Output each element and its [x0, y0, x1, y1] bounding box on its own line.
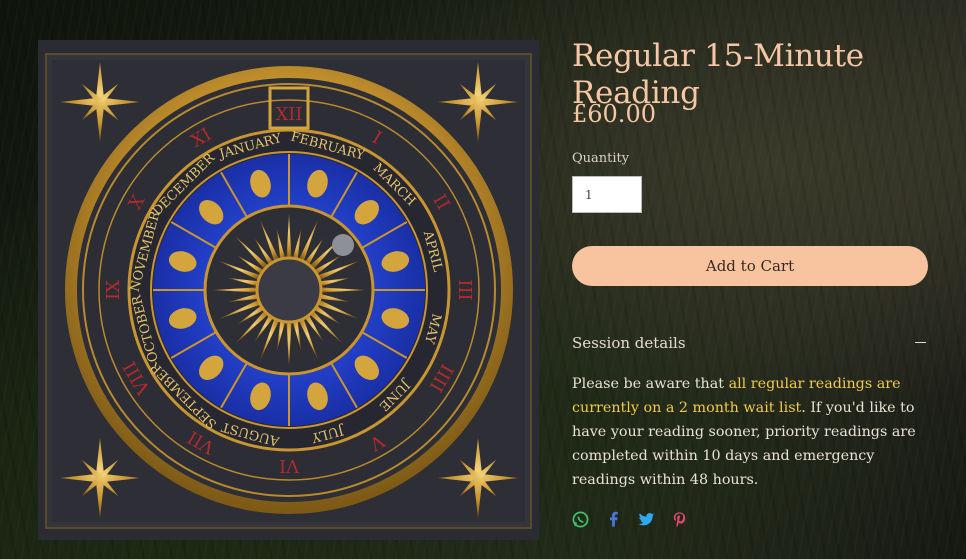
session-description: Please be aware that all regular reading…: [572, 372, 934, 492]
collapse-minus-icon[interactable]: [915, 342, 926, 343]
roman-numeral: XII: [275, 104, 302, 125]
roman-numeral: VI: [279, 455, 300, 476]
quantity-label: Quantity: [572, 151, 630, 166]
quantity-input[interactable]: [572, 176, 642, 213]
session-details-heading: Session details: [572, 334, 686, 352]
pinterest-icon[interactable]: [671, 511, 688, 528]
session-details-toggle[interactable]: Session details: [572, 334, 928, 354]
facebook-icon[interactable]: [605, 511, 622, 528]
product-price: £60.00: [572, 100, 656, 128]
product-image[interactable]: XII I II III IIII V VI VII VIII IX X XI NOVEMBER DEC…: [38, 40, 539, 540]
share-bar: [572, 509, 688, 529]
add-to-cart-button[interactable]: Add to Cart: [572, 246, 928, 286]
roman-numeral: III: [454, 279, 475, 300]
twitter-icon[interactable]: [638, 511, 655, 528]
description-text: Please be aware that: [572, 376, 729, 392]
whatsapp-icon[interactable]: [572, 511, 589, 528]
roman-numeral: IX: [103, 280, 124, 300]
astronomical-clock-illustration: XIIIIIIIIIIIIVVIVIIVIIIIXXXI NOVEMBERDEC…: [38, 40, 539, 540]
